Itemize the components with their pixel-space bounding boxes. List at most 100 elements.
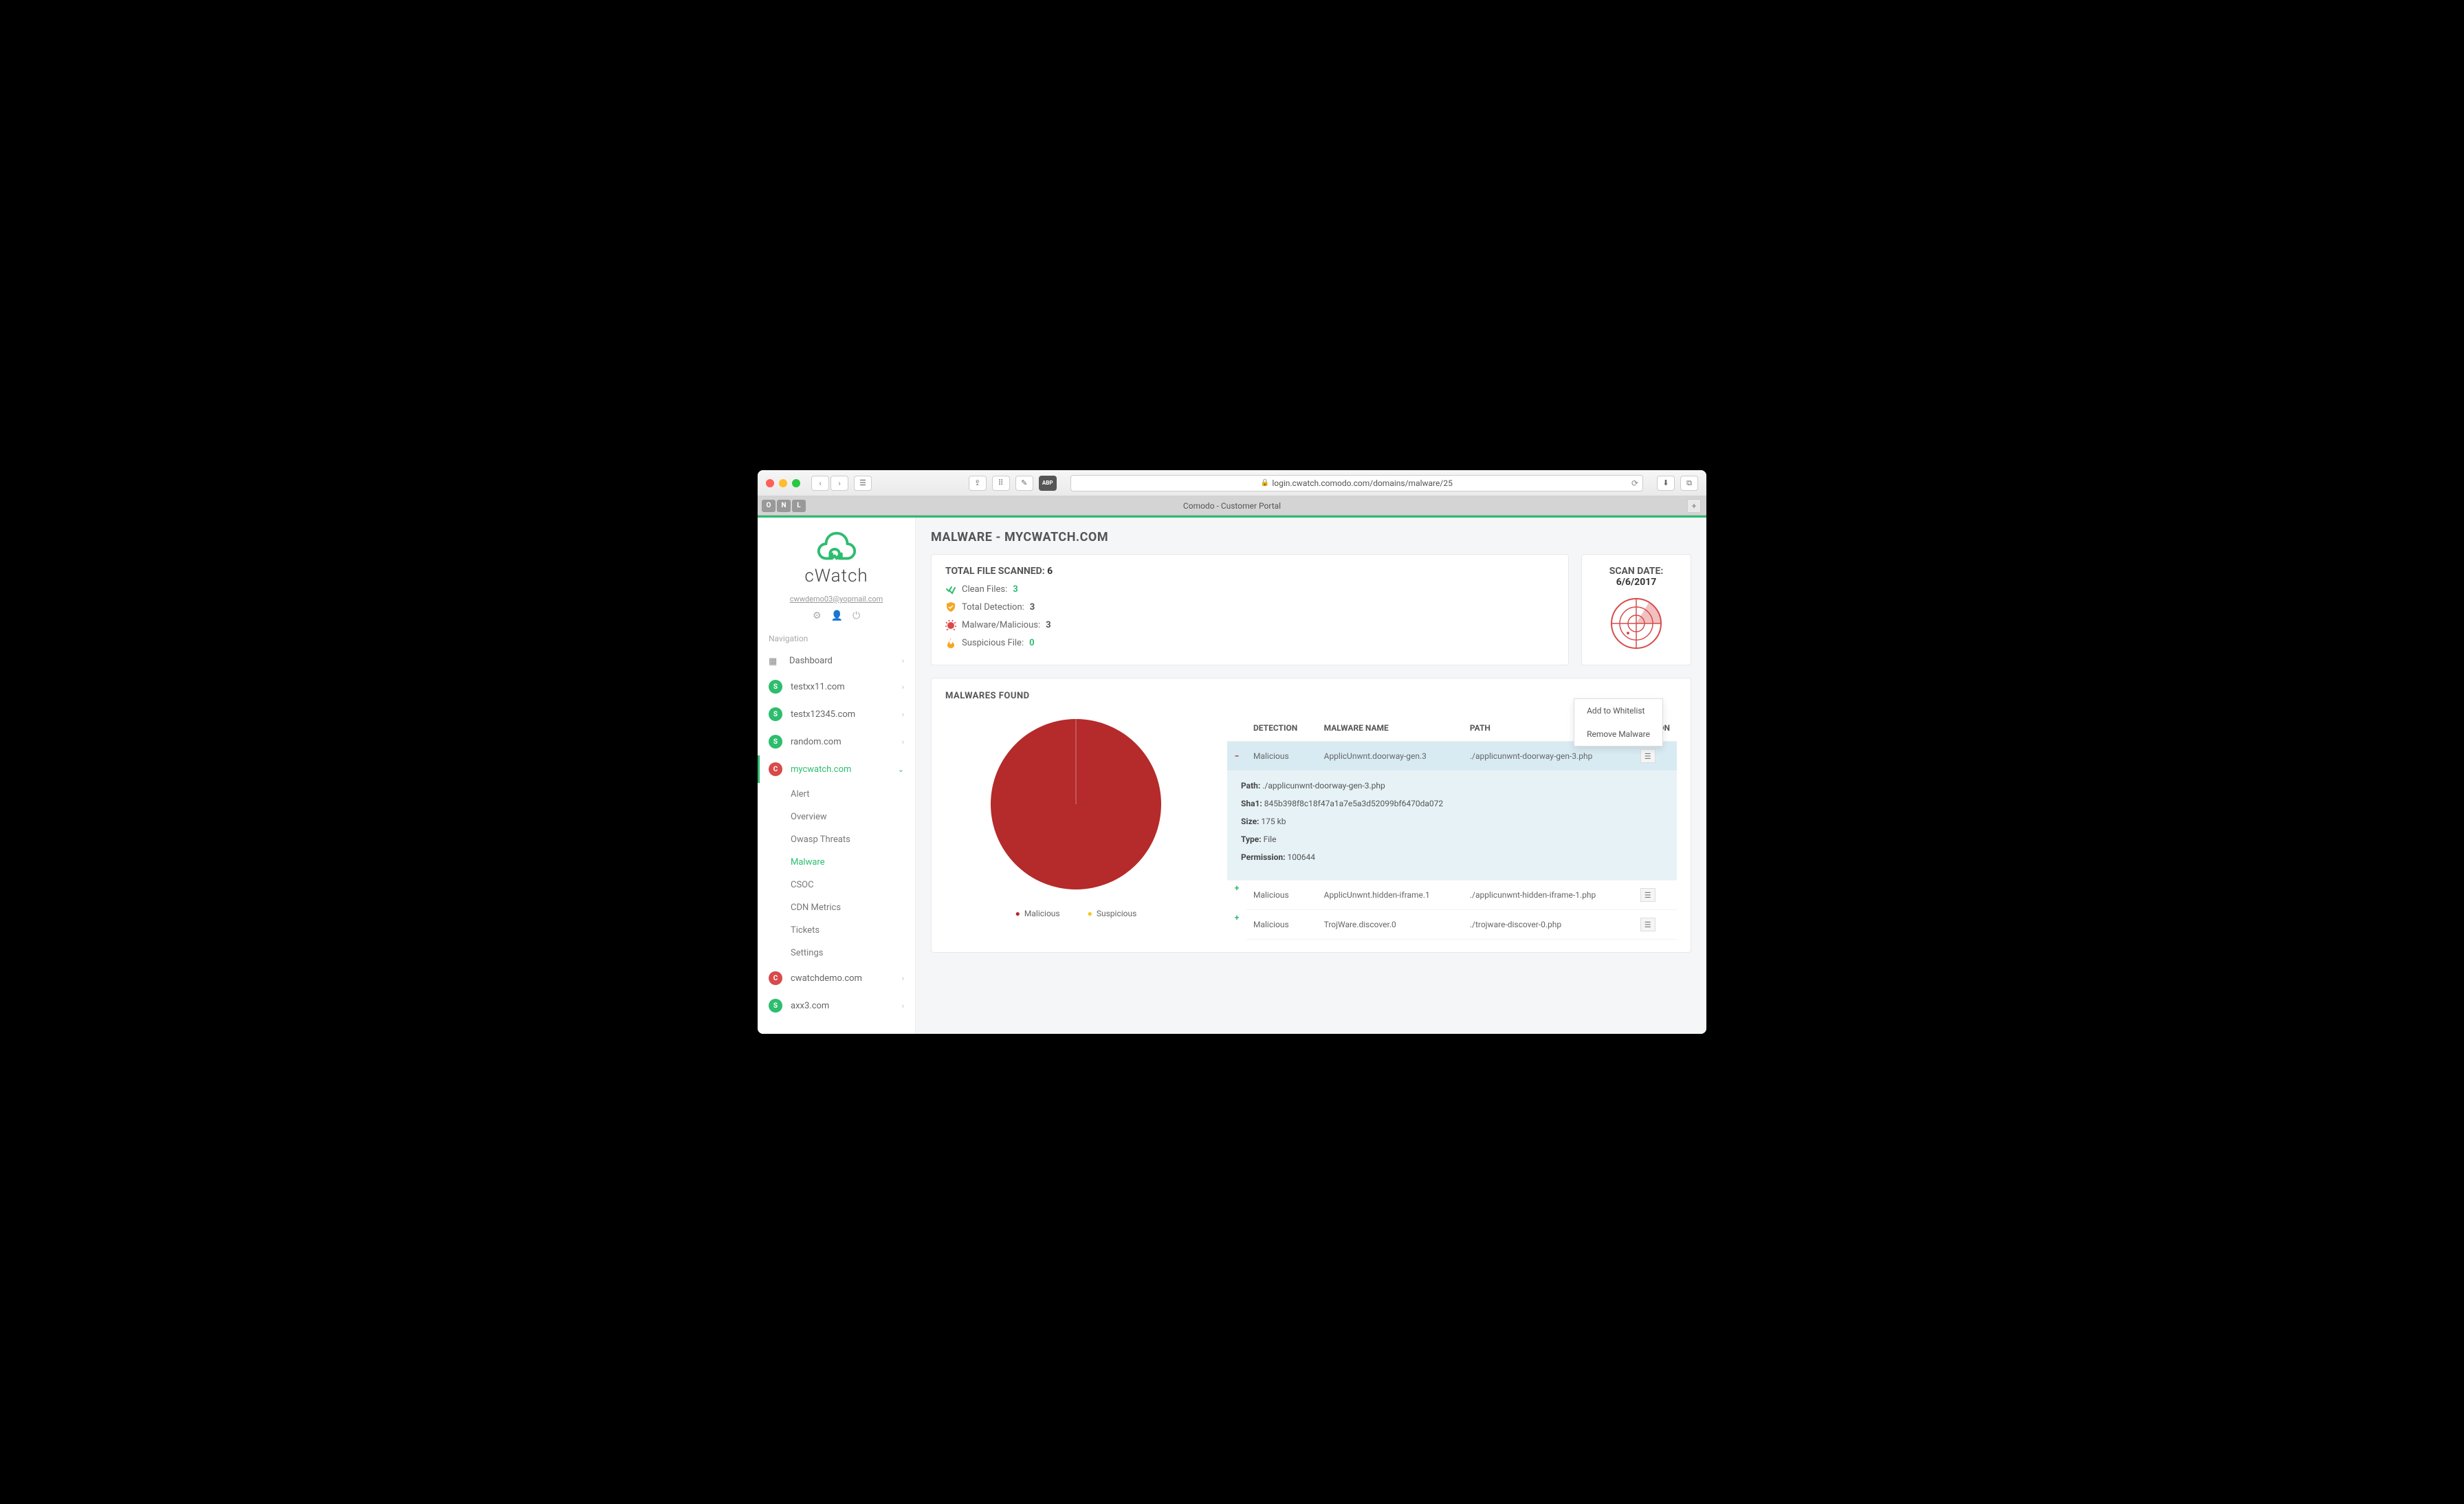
sub-alert[interactable]: Alert: [758, 783, 915, 806]
legend-suspicious: Suspicious: [1088, 909, 1137, 918]
reload-icon[interactable]: ⟳: [1631, 478, 1638, 488]
row-menu-icon[interactable]: ☰: [1640, 918, 1656, 931]
stat-check: Clean Files: 3: [945, 584, 1554, 595]
titlebar: ‹ › ☰ ⇪ ⠿ ✎ ABP 🔒 login.cwatch.comodo.co…: [758, 470, 1706, 496]
context-menu: Add to Whitelist Remove Malware: [1574, 698, 1663, 747]
stat-value: 0: [1029, 638, 1034, 648]
expand-toggle[interactable]: +: [1227, 910, 1246, 925]
sidebar-site-5[interactable]: Saxx3.com›: [758, 992, 915, 1019]
stat-label: Total Detection:: [962, 602, 1024, 612]
download-icon[interactable]: ⬇: [1657, 476, 1675, 491]
chevron-icon: ⌄: [898, 765, 904, 774]
back-button[interactable]: ‹: [811, 476, 829, 491]
row-menu-icon[interactable]: ☰: [1640, 749, 1656, 763]
sidebar-site-4[interactable]: Ccwatchdemo.com›: [758, 964, 915, 992]
nav-label: Navigation: [758, 628, 915, 649]
pie-chart-svg: [987, 715, 1165, 894]
sidebar-site-0[interactable]: Stestxx11.com›: [758, 673, 915, 700]
sub-owasp-threats[interactable]: Owasp Threats: [758, 828, 915, 851]
col-detection: DETECTION: [1246, 715, 1317, 742]
extensions: O N L: [758, 500, 807, 512]
sub-tickets[interactable]: Tickets: [758, 919, 915, 942]
expand-toggle[interactable]: −: [1227, 742, 1246, 771]
shield-icon: [945, 601, 956, 612]
row-menu-icon[interactable]: ☰: [1640, 888, 1656, 902]
edit-icon[interactable]: ✎: [1015, 476, 1033, 491]
page-title: MALWARE - MYCWATCH.COM: [931, 530, 1691, 544]
sub-overview[interactable]: Overview: [758, 806, 915, 828]
cell-detection: Malicious: [1246, 742, 1317, 771]
sub-cdn-metrics[interactable]: CDN Metrics: [758, 896, 915, 919]
close-window[interactable]: [766, 479, 774, 487]
share-icon[interactable]: ⇪: [969, 476, 987, 491]
row-details: Path: ./applicunwnt-doorway-gen-3.php Sh…: [1227, 771, 1677, 880]
sidebar-toggle-icon[interactable]: ☰: [854, 476, 872, 491]
tabs-icon[interactable]: ⧉: [1680, 476, 1698, 491]
sub-malware[interactable]: Malware: [758, 851, 915, 874]
ctx-whitelist[interactable]: Add to Whitelist: [1574, 699, 1662, 722]
sub-settings[interactable]: Settings: [758, 942, 915, 964]
site-badge: C: [769, 971, 782, 985]
radar-icon: [1609, 596, 1664, 651]
scan-date: SCAN DATE: 6/6/2017: [1596, 566, 1677, 588]
bug-icon: [945, 619, 956, 630]
url-bar[interactable]: 🔒 login.cwatch.comodo.com/domains/malwar…: [1070, 475, 1643, 491]
power-icon[interactable]: ⏻: [852, 610, 860, 621]
cell-path: ./trojware-discover-0.php: [1463, 910, 1634, 940]
url-text: login.cwatch.comodo.com/domains/malware/…: [1272, 478, 1453, 488]
grid-icon[interactable]: ⠿: [992, 476, 1010, 491]
scan-date-label: SCAN DATE:: [1609, 566, 1664, 577]
total-scanned-label: TOTAL FILE SCANNED:: [945, 566, 1045, 577]
site-badge: S: [769, 680, 782, 694]
user-icon[interactable]: 👤: [831, 610, 843, 621]
site-label: testx12345.com: [791, 709, 855, 720]
sidebar-site-3[interactable]: Cmycwatch.com⌄: [758, 755, 915, 783]
cell-name: TrojWare.discover.0: [1317, 910, 1463, 940]
nav-dashboard-label: Dashboard: [789, 656, 833, 666]
scan-date-card: SCAN DATE: 6/6/2017: [1581, 554, 1691, 665]
stat-value: 3: [1030, 602, 1035, 612]
gear-icon[interactable]: ⚙: [813, 610, 822, 621]
chevron-right-icon: ›: [902, 656, 904, 665]
stat-value: 3: [1013, 584, 1018, 595]
site-badge: S: [769, 707, 782, 721]
ext-n[interactable]: N: [777, 500, 791, 512]
total-scanned: TOTAL FILE SCANNED: 6: [945, 566, 1554, 577]
dashboard-icon: ▦: [769, 656, 778, 666]
expand-toggle[interactable]: +: [1227, 881, 1246, 896]
sidebar-site-1[interactable]: Stestx12345.com ›: [758, 700, 915, 728]
total-scanned-value: 6: [1047, 566, 1053, 577]
tab-title[interactable]: Comodo - Customer Portal: [1183, 501, 1281, 511]
nav-dashboard[interactable]: ▦ Dashboard ›: [758, 649, 915, 673]
sidebar-site-2[interactable]: Srandom.com›: [758, 728, 915, 755]
stat-bug: Malware/Malicious: 3: [945, 619, 1554, 630]
user-email[interactable]: cwwdemo03@yopmail.com: [758, 595, 915, 604]
forward-button[interactable]: ›: [830, 476, 848, 491]
panel-title: MALWARES FOUND: [945, 691, 1677, 701]
sub-csoc[interactable]: CSOC: [758, 874, 915, 896]
table-row: + Malicious ApplicUnwnt.hidden-iframe.1 …: [1227, 881, 1677, 910]
tab-bar: O N L Comodo - Customer Portal +: [758, 496, 1706, 516]
stat-label: Suspicious File:: [962, 638, 1024, 648]
logo: cWatch: [758, 518, 915, 590]
cell-detection: Malicious: [1246, 881, 1317, 910]
stats-card: TOTAL FILE SCANNED: 6 Clean Files: 3 Tota…: [931, 554, 1569, 665]
table-row: + Malicious TrojWare.discover.0 ./trojwa…: [1227, 910, 1677, 940]
abp-icon[interactable]: ABP: [1039, 476, 1057, 491]
maximize-window[interactable]: [792, 479, 800, 487]
chevron-icon: ›: [902, 710, 904, 719]
ctx-remove[interactable]: Remove Malware: [1574, 722, 1662, 746]
cell-name: ApplicUnwnt.hidden-iframe.1: [1317, 881, 1463, 910]
stat-shield: Total Detection: 3: [945, 601, 1554, 612]
minimize-window[interactable]: [779, 479, 787, 487]
new-tab-button[interactable]: +: [1687, 499, 1701, 513]
ext-o[interactable]: O: [762, 500, 776, 512]
col-name: MALWARE NAME: [1317, 715, 1463, 742]
site-label: cwatchdemo.com: [791, 973, 862, 984]
site-badge: S: [769, 735, 782, 749]
ext-l[interactable]: L: [792, 500, 806, 512]
malwares-panel: MALWARES FOUND Malicious Suspicious: [931, 678, 1691, 953]
cell-detection: Malicious: [1246, 910, 1317, 940]
main-content: MALWARE - MYCWATCH.COM TOTAL FILE SCANNE…: [916, 518, 1706, 1034]
site-label: axx3.com: [791, 1001, 829, 1011]
